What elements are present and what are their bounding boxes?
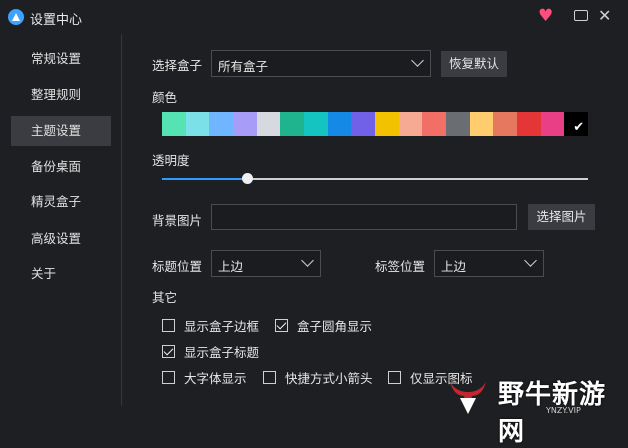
color-swatch[interactable]: [564, 112, 589, 136]
color-swatch[interactable]: [422, 112, 447, 136]
opacity-slider-thumb[interactable]: [242, 173, 254, 184]
choose-image-button[interactable]: 选择图片: [528, 204, 595, 230]
watermark-subtext: YNZY.VIP: [546, 406, 581, 415]
sidebar-item-backup[interactable]: 备份桌面: [11, 152, 111, 182]
checkbox-label: 大字体显示: [184, 371, 247, 386]
message-icon[interactable]: [574, 10, 588, 21]
chevron-down-icon: [411, 54, 424, 67]
color-swatch[interactable]: [304, 112, 328, 136]
color-swatch[interactable]: [446, 112, 470, 136]
color-swatch[interactable]: [540, 112, 565, 136]
opacity-slider-fill: [162, 178, 248, 180]
color-swatch[interactable]: [398, 112, 423, 136]
window-title: 设置中心: [30, 13, 83, 28]
tag-position-label: 标签位置: [375, 259, 426, 274]
color-swatch[interactable]: [185, 112, 210, 136]
opacity-label: 透明度: [152, 153, 190, 168]
close-icon[interactable]: ✕: [598, 6, 611, 26]
checkbox-show-border[interactable]: 显示盒子边框: [162, 316, 259, 335]
checkbox-box[interactable]: [263, 371, 276, 384]
color-swatch[interactable]: [469, 112, 494, 136]
other-label: 其它: [152, 290, 178, 305]
checkbox-rounded-corners[interactable]: 盒子圆角显示: [275, 316, 372, 335]
select-box-label: 选择盒子: [152, 58, 203, 73]
title-position-label: 标题位置: [152, 259, 203, 274]
color-swatch[interactable]: [517, 112, 541, 136]
tag-position-select[interactable]: 上边: [434, 250, 544, 277]
bg-image-input[interactable]: [211, 204, 517, 230]
checkbox-label: 盒子圆角显示: [297, 319, 373, 334]
color-swatch[interactable]: [493, 112, 518, 136]
color-label: 颜色: [152, 90, 178, 105]
chevron-down-icon: [301, 254, 314, 267]
checkbox-large-font[interactable]: 大字体显示: [162, 368, 247, 387]
color-swatch[interactable]: [327, 112, 352, 136]
tag-position-value: 上边: [441, 259, 467, 274]
bg-image-label: 背景图片: [152, 213, 203, 228]
sidebar-divider: [121, 34, 122, 406]
color-swatch[interactable]: [209, 112, 234, 136]
color-swatch[interactable]: [375, 112, 399, 136]
checkbox-box[interactable]: [388, 371, 401, 384]
heart-icon[interactable]: ♥: [538, 6, 553, 26]
checkbox-shortcut-arrow[interactable]: 快捷方式小箭头: [263, 368, 373, 387]
app-logo-icon: [8, 9, 24, 25]
restore-default-button[interactable]: 恢复默认: [441, 51, 507, 77]
watermark: 野牛新游网 YNZY.VIP: [442, 370, 628, 447]
sidebar-item-spirit-box[interactable]: 精灵盒子: [11, 187, 111, 217]
color-swatch[interactable]: [280, 112, 305, 136]
color-swatch[interactable]: [351, 112, 376, 136]
bull-logo-icon: [450, 382, 486, 414]
checkbox-label: 显示盒子标题: [184, 345, 260, 360]
opacity-slider[interactable]: [162, 173, 588, 184]
color-swatch[interactable]: [162, 112, 186, 136]
checkbox-label: 显示盒子边框: [184, 319, 260, 334]
color-swatch[interactable]: [256, 112, 281, 136]
chevron-down-icon: [524, 254, 537, 267]
sidebar-item-general[interactable]: 常规设置: [11, 44, 111, 74]
sidebar-item-about[interactable]: 关于: [11, 259, 111, 289]
title-position-select[interactable]: 上边: [211, 250, 321, 277]
box-select-value: 所有盒子: [218, 59, 269, 74]
sidebar-item-rules[interactable]: 整理规则: [11, 80, 111, 110]
checkbox-box[interactable]: [162, 345, 175, 358]
checkbox-box[interactable]: [275, 319, 288, 332]
checkbox-box[interactable]: [162, 319, 175, 332]
title-bar: 设置中心 ♥ ✕: [0, 0, 628, 34]
sidebar-item-advanced[interactable]: 高级设置: [11, 224, 111, 254]
color-palette: [162, 112, 589, 136]
checkbox-show-title[interactable]: 显示盒子标题: [162, 342, 259, 361]
color-swatch[interactable]: [233, 112, 257, 136]
title-position-value: 上边: [218, 259, 244, 274]
sidebar-item-theme[interactable]: 主题设置: [11, 116, 111, 146]
checkbox-box[interactable]: [162, 371, 175, 384]
box-select[interactable]: 所有盒子: [211, 50, 431, 77]
checkbox-label: 快捷方式小箭头: [285, 371, 373, 386]
